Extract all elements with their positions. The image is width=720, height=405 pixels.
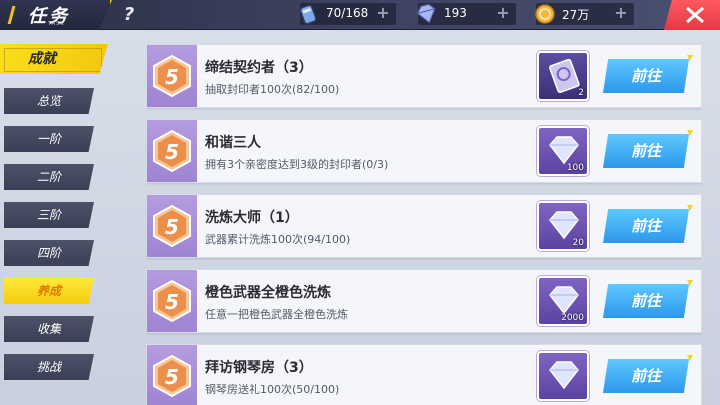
level-badge: 5 [147, 120, 197, 182]
coin-plus-button[interactable]: + [612, 4, 630, 22]
reward-slot[interactable]: 100 [537, 126, 589, 176]
task-title: 和谐三人 [205, 135, 261, 151]
sidebar-category-achievement[interactable]: 成就 [0, 44, 108, 74]
coin-icon [535, 4, 555, 24]
sidebar: 成就 总览 一阶 二阶 三阶 四阶 养成 收集 挑战 [0, 30, 140, 405]
task-description: 抽取封印者100次(82/100) [205, 83, 340, 96]
task-row: 5 拜访钢琴房（3） 钢琴房送礼100次(50/100) 前往 [146, 344, 702, 405]
level-badge: 5 [147, 45, 197, 107]
task-row: 5 橙色武器全橙色洗炼 任意一把橙色武器全橙色洗炼 2000 前往 [146, 269, 702, 333]
level-number: 5 [165, 290, 179, 314]
close-icon [686, 6, 704, 24]
diamond-icon [416, 3, 436, 24]
level-badge: 5 [147, 195, 197, 257]
title-tab: 任务 TASK [0, 0, 112, 30]
coin-value: 27万 [562, 8, 590, 22]
diamond-icon [549, 361, 579, 390]
go-button[interactable]: 前往 [603, 59, 689, 93]
sidebar-item-collection[interactable]: 收集 [4, 316, 94, 342]
reward-slot[interactable]: 20 [537, 201, 589, 251]
level-badge: 5 [147, 345, 197, 405]
task-row: 5 洗炼大师（1） 武器累计洗炼100次(94/100) 20 前往 [146, 194, 702, 258]
close-button[interactable] [664, 0, 720, 30]
diamond-plus-button[interactable]: + [494, 4, 512, 22]
reward-slot[interactable] [537, 351, 589, 401]
hexagon-badge-icon: 5 [153, 54, 191, 98]
sidebar-item-training[interactable]: 养成 [4, 278, 94, 304]
reward-count: 2 [578, 88, 584, 98]
energy-plus-button[interactable]: + [374, 4, 392, 22]
task-title: 缔结契约者（3） [205, 60, 313, 76]
hexagon-badge-icon: 5 [153, 279, 191, 323]
level-badge: 5 [147, 270, 197, 332]
sidebar-item-challenge[interactable]: 挑战 [4, 354, 94, 380]
resource-energy: 70/168 + [299, 3, 396, 25]
sidebar-item-tier-3[interactable]: 三阶 [4, 202, 94, 228]
go-button[interactable]: 前往 [603, 284, 689, 318]
reward-count: 100 [566, 163, 584, 173]
reward-count: 2000 [561, 313, 584, 323]
task-row: 5 和谐三人 拥有3个亲密度达到3级的封印者(0/3) 100 前往 [146, 119, 702, 183]
help-button[interactable]: ? [116, 3, 142, 27]
diamond-value: 193 [444, 6, 467, 20]
go-button[interactable]: 前往 [603, 359, 689, 393]
title-decoration [7, 6, 27, 24]
resource-coin: 27万 + [535, 3, 634, 25]
task-list[interactable]: 5 缔结契约者（3） 抽取封印者100次(82/100) 2 前往 5 和谐三人… [146, 30, 702, 405]
level-number: 5 [165, 215, 179, 239]
energy-canister-icon [299, 4, 317, 25]
reward-count: 20 [572, 238, 584, 248]
hexagon-badge-icon: 5 [153, 129, 191, 173]
level-number: 5 [165, 65, 179, 89]
task-title: 洗炼大师（1） [205, 210, 299, 226]
sidebar-item-overview[interactable]: 总览 [4, 88, 94, 114]
hexagon-badge-icon: 5 [153, 204, 191, 248]
level-number: 5 [165, 140, 179, 164]
task-title: 拜访钢琴房（3） [205, 360, 313, 376]
task-description: 任意一把橙色武器全橙色洗炼 [205, 308, 348, 321]
sidebar-item-tier-2[interactable]: 二阶 [4, 164, 94, 190]
go-button[interactable]: 前往 [603, 209, 689, 243]
task-description: 钢琴房送礼100次(50/100) [205, 383, 340, 396]
task-description: 拥有3个亲密度达到3级的封印者(0/3) [205, 158, 389, 171]
go-button[interactable]: 前往 [603, 134, 689, 168]
page-subtitle: TASK [48, 21, 65, 27]
task-description: 武器累计洗炼100次(94/100) [205, 233, 351, 246]
level-number: 5 [165, 365, 179, 389]
task-title: 橙色武器全橙色洗炼 [205, 285, 331, 301]
sidebar-item-tier-1[interactable]: 一阶 [4, 126, 94, 152]
reward-slot[interactable]: 2000 [537, 276, 589, 326]
sidebar-item-tier-4[interactable]: 四阶 [4, 240, 94, 266]
reward-slot[interactable]: 2 [537, 51, 589, 101]
task-row: 5 缔结契约者（3） 抽取封印者100次(82/100) 2 前往 [146, 44, 702, 108]
energy-value: 70/168 [326, 6, 369, 20]
resource-diamond: 193 + [416, 3, 516, 25]
hexagon-badge-icon: 5 [153, 354, 191, 398]
top-bar: 任务 TASK ? 70/168 + 193 + 27万 + [0, 0, 720, 30]
